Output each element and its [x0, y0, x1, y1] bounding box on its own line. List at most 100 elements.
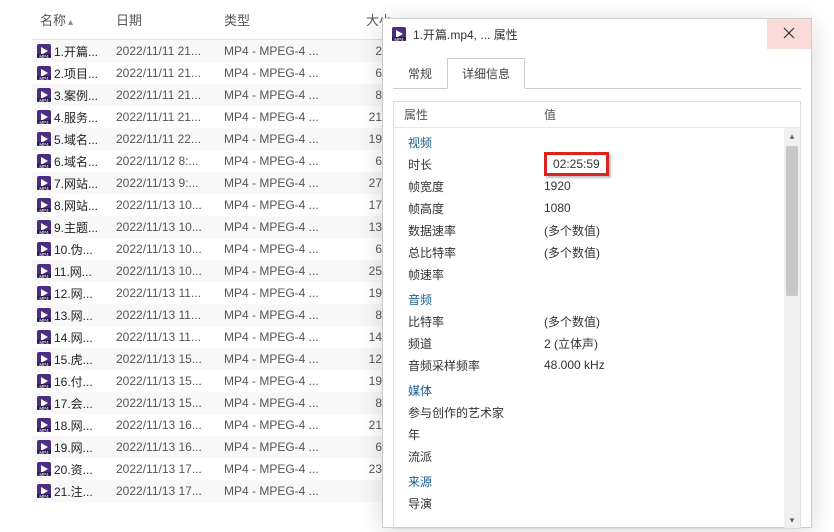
file-row[interactable]: MP417.会...2022/11/13 15...MP4 - MPEG-4 .…: [32, 392, 392, 414]
file-row[interactable]: MP411.网...2022/11/13 10...MP4 - MPEG-4 .…: [32, 260, 392, 282]
prop-director[interactable]: 导演: [394, 492, 800, 514]
close-button[interactable]: [767, 19, 811, 49]
svg-text:MP4: MP4: [39, 252, 49, 257]
header-type[interactable]: 类型: [224, 10, 354, 29]
prop-total-bitrate[interactable]: 总比特率(多个数值): [394, 241, 800, 263]
file-row[interactable]: MP410.伪...2022/11/13 10...MP4 - MPEG-4 .…: [32, 238, 392, 260]
prop-key: 总比特率: [394, 244, 544, 261]
file-row[interactable]: MP41.开篇...2022/11/11 21...MP4 - MPEG-4 .…: [32, 40, 392, 62]
file-row[interactable]: MP414.网...2022/11/13 11...MP4 - MPEG-4 .…: [32, 326, 392, 348]
file-row[interactable]: MP421.注...2022/11/13 17...MP4 - MPEG-4 .…: [32, 480, 392, 502]
scroll-down-icon[interactable]: ▾: [784, 512, 800, 528]
prop-frame-height[interactable]: 帧高度1080: [394, 197, 800, 219]
file-name: 4.服务...: [54, 109, 116, 126]
prop-genre[interactable]: 流派: [394, 445, 800, 467]
file-row[interactable]: MP418.网...2022/11/13 16...MP4 - MPEG-4 .…: [32, 414, 392, 436]
properties-tabs: 常规 详细信息: [393, 57, 801, 89]
scroll-thumb[interactable]: [786, 146, 798, 296]
svg-text:MP4: MP4: [39, 384, 49, 389]
file-row[interactable]: MP49.主题...2022/11/13 10...MP4 - MPEG-4 .…: [32, 216, 392, 238]
group-media[interactable]: 媒体: [394, 376, 800, 401]
prop-artist[interactable]: 参与创作的艺术家: [394, 401, 800, 423]
properties-body: 属性 值 视频 时长 02:25:59 帧宽度1920 帧高度1080 数据速率…: [393, 101, 801, 529]
file-date: 2022/11/13 10...: [116, 242, 224, 256]
prop-duration[interactable]: 时长 02:25:59: [394, 153, 800, 175]
file-row[interactable]: MP44.服务...2022/11/11 21...MP4 - MPEG-4 .…: [32, 106, 392, 128]
header-value[interactable]: 值: [544, 106, 800, 123]
mp4-file-icon: MP4: [36, 373, 52, 389]
prop-data-rate[interactable]: 数据速率(多个数值): [394, 219, 800, 241]
file-row[interactable]: MP412.网...2022/11/13 11...MP4 - MPEG-4 .…: [32, 282, 392, 304]
tab-details[interactable]: 详细信息: [447, 58, 525, 89]
file-row[interactable]: MP45.域名...2022/11/11 22...MP4 - MPEG-4 .…: [32, 128, 392, 150]
file-name: 2.项目...: [54, 65, 116, 82]
file-date: 2022/11/11 22...: [116, 132, 224, 146]
header-name[interactable]: 名称▴: [32, 10, 116, 29]
prop-key: 音频采样频率: [394, 357, 544, 374]
close-icon: [783, 27, 795, 42]
properties-scrollbar[interactable]: ▴ ▾: [784, 128, 800, 528]
file-name: 3.案例...: [54, 87, 116, 104]
svg-text:MP4: MP4: [39, 296, 49, 301]
file-name: 6.域名...: [54, 153, 116, 170]
prop-audio-sample-rate[interactable]: 音频采样频率48.000 kHz: [394, 354, 800, 376]
file-row[interactable]: MP42.项目...2022/11/11 21...MP4 - MPEG-4 .…: [32, 62, 392, 84]
sort-asc-icon: ▴: [68, 17, 73, 28]
prop-val: 1080: [544, 201, 800, 215]
header-date[interactable]: 日期: [116, 10, 224, 29]
prop-year[interactable]: 年: [394, 423, 800, 445]
prop-frame-rate[interactable]: 帧速率: [394, 263, 800, 285]
file-row[interactable]: MP47.网站...2022/11/13 9:...MP4 - MPEG-4 .…: [32, 172, 392, 194]
header-property[interactable]: 属性: [394, 106, 544, 123]
svg-text:MP4: MP4: [39, 362, 49, 367]
file-row[interactable]: MP43.案例...2022/11/11 21...MP4 - MPEG-4 .…: [32, 84, 392, 106]
mp4-file-icon: MP4: [36, 351, 52, 367]
group-video[interactable]: 视频: [394, 128, 800, 153]
file-row[interactable]: MP48.网站...2022/11/13 10...MP4 - MPEG-4 .…: [32, 194, 392, 216]
properties-window: MP4 1.开篇.mp4, ... 属性 常规 详细信息 属性 值 视频 时长 …: [382, 18, 812, 528]
tab-general[interactable]: 常规: [393, 58, 447, 89]
file-list-body: MP41.开篇...2022/11/11 21...MP4 - MPEG-4 .…: [32, 40, 392, 502]
file-name: 9.主题...: [54, 219, 116, 236]
file-date: 2022/11/13 10...: [116, 220, 224, 234]
svg-text:MP4: MP4: [39, 450, 49, 455]
file-row[interactable]: MP420.资...2022/11/13 17...MP4 - MPEG-4 .…: [32, 458, 392, 480]
prop-audio-bitrate[interactable]: 比特率(多个数值): [394, 310, 800, 332]
mp4-file-icon: MP4: [36, 417, 52, 433]
mp4-file-icon: MP4: [36, 87, 52, 103]
file-type: MP4 - MPEG-4 ...: [224, 374, 354, 388]
mp4-file-icon: MP4: [36, 65, 52, 81]
file-type: MP4 - MPEG-4 ...: [224, 242, 354, 256]
file-row[interactable]: MP419.网...2022/11/13 16...MP4 - MPEG-4 .…: [32, 436, 392, 458]
prop-frame-width[interactable]: 帧宽度1920: [394, 175, 800, 197]
mp4-file-icon: MP4: [36, 241, 52, 257]
file-type: MP4 - MPEG-4 ...: [224, 286, 354, 300]
prop-key: 帧速率: [394, 266, 544, 283]
file-date: 2022/11/11 21...: [116, 66, 224, 80]
prop-key: 比特率: [394, 313, 544, 330]
svg-text:MP4: MP4: [39, 472, 49, 477]
prop-key: 导演: [394, 495, 544, 512]
file-type: MP4 - MPEG-4 ...: [224, 484, 354, 498]
file-date: 2022/11/13 17...: [116, 462, 224, 476]
mp4-file-icon: MP4: [36, 285, 52, 301]
file-name: 13.网...: [54, 307, 116, 324]
file-date: 2022/11/13 10...: [116, 264, 224, 278]
properties-scroll-area: 视频 时长 02:25:59 帧宽度1920 帧高度1080 数据速率(多个数值…: [394, 128, 800, 529]
file-row[interactable]: MP46.域名...2022/11/12 8:...MP4 - MPEG-4 .…: [32, 150, 392, 172]
mp4-file-icon: MP4: [36, 483, 52, 499]
file-name: 14.网...: [54, 329, 116, 346]
file-row[interactable]: MP416.付...2022/11/13 15...MP4 - MPEG-4 .…: [32, 370, 392, 392]
prop-channels[interactable]: 频道2 (立体声): [394, 332, 800, 354]
group-audio[interactable]: 音频: [394, 285, 800, 310]
file-name: 12.网...: [54, 285, 116, 302]
properties-titlebar[interactable]: MP4 1.开篇.mp4, ... 属性: [383, 19, 811, 49]
file-row[interactable]: MP413.网...2022/11/13 11...MP4 - MPEG-4 .…: [32, 304, 392, 326]
group-source[interactable]: 来源: [394, 467, 800, 492]
file-type: MP4 - MPEG-4 ...: [224, 220, 354, 234]
prop-val: 1920: [544, 179, 800, 193]
file-type: MP4 - MPEG-4 ...: [224, 396, 354, 410]
svg-text:MP4: MP4: [39, 54, 49, 59]
scroll-up-icon[interactable]: ▴: [784, 128, 800, 144]
file-row[interactable]: MP415.虎...2022/11/13 15...MP4 - MPEG-4 .…: [32, 348, 392, 370]
